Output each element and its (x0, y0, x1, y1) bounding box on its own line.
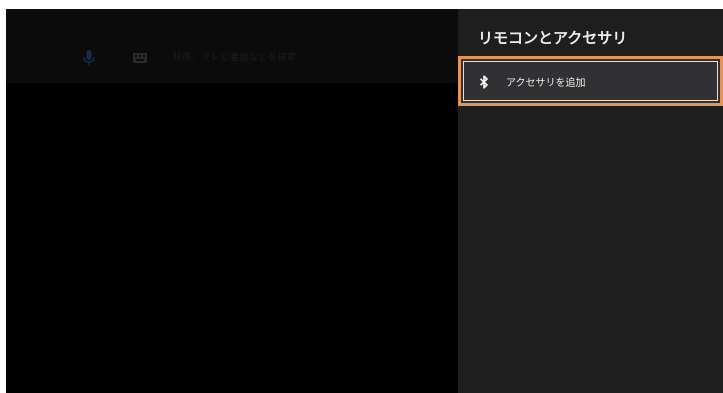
search-bar[interactable]: 映画、テレビ番組などを検索 (6, 9, 458, 83)
settings-side-panel: リモコンとアクセサリ アクセサリを追加 (458, 9, 723, 393)
mic-icon[interactable] (83, 50, 95, 66)
keyboard-icon[interactable] (133, 53, 147, 63)
home-background: 映画、テレビ番組などを検索 (6, 9, 458, 393)
panel-title: リモコンとアクセサリ (478, 29, 628, 47)
search-placeholder: 映画、テレビ番組などを検索 (173, 53, 297, 63)
add-accessory-label: アクセサリを追加 (506, 78, 586, 89)
bluetooth-icon (479, 75, 488, 89)
add-accessory-item[interactable]: アクセサリを追加 (458, 56, 723, 106)
tv-screen: 映画、テレビ番組などを検索 リモコンとアクセサリ アクセサリを追加 (6, 9, 723, 393)
focus-ring (463, 61, 718, 101)
